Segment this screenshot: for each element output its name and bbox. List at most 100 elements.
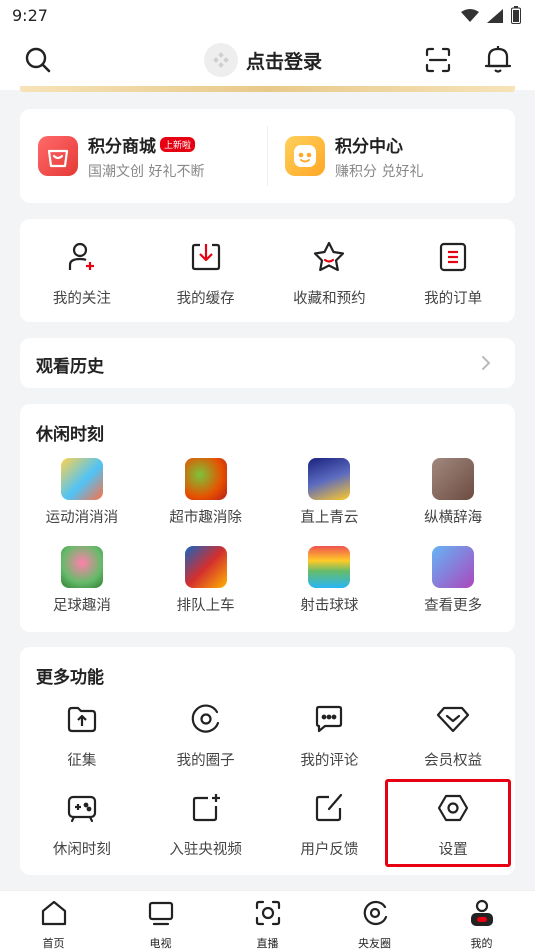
tab-label: 我的	[470, 937, 493, 950]
watch-history-row[interactable]: 观看历史	[20, 338, 515, 388]
feature-label: 我的评论	[300, 753, 359, 769]
circle-tab-icon	[361, 899, 389, 931]
shopping-bag-icon	[38, 136, 78, 176]
leisure-games-card: 休闲时刻 运动消消消 超市趣消除 直上青云 纵横辞海 足球趣消 排队上车 射击球…	[20, 404, 515, 632]
download-icon	[190, 241, 222, 277]
quick-action-label: 我的缓存	[176, 291, 235, 307]
live-icon	[254, 899, 282, 931]
feature-label: 休闲时刻	[52, 842, 111, 858]
points-card: 积分商城 上新啦 国潮文创 好礼不断 积分中心 赚积分 兑好礼	[20, 109, 515, 203]
new-badge: 上新啦	[160, 136, 196, 152]
feature-leisure[interactable]: 休闲时刻	[20, 792, 144, 859]
diamond-icon	[436, 703, 470, 739]
watch-history-title: 观看历史	[36, 357, 104, 377]
comment-icon	[313, 703, 345, 739]
tab-live[interactable]: 直播	[214, 891, 321, 951]
game-label: 足球趣消	[52, 598, 111, 614]
signal-icon	[487, 8, 503, 27]
tab-tv[interactable]: 电视	[107, 891, 214, 951]
quick-action-favorites[interactable]: 收藏和预约	[268, 241, 392, 308]
bell-icon[interactable]	[484, 44, 512, 78]
feature-label: 入驻央视频	[169, 842, 242, 858]
follow-user-icon	[66, 241, 98, 277]
game-thumbnail	[432, 546, 475, 588]
status-bar: 9:27	[0, 0, 535, 34]
quick-actions-card: 我的关注 我的缓存 收藏和预约 我的订单	[20, 219, 515, 322]
gamepad-icon	[66, 792, 98, 828]
feature-label: 我的圈子	[176, 753, 235, 769]
points-center[interactable]: 积分中心 赚积分 兑好礼	[267, 109, 514, 203]
points-mall-title: 积分商城	[88, 136, 156, 157]
tab-label: 直播	[256, 937, 279, 950]
points-mall[interactable]: 积分商城 上新啦 国潮文创 好礼不断	[20, 109, 267, 203]
feature-collect[interactable]: 征集	[20, 703, 144, 770]
quick-action-cache[interactable]: 我的缓存	[144, 241, 268, 308]
wifi-icon	[461, 8, 479, 27]
tab-label: 央友圈	[358, 937, 391, 950]
gold-divider	[20, 86, 515, 92]
add-square-icon	[190, 792, 222, 828]
feature-label: 用户反馈	[300, 842, 359, 858]
login-label: 点击登录	[246, 50, 323, 73]
status-time: 9:27	[12, 6, 48, 25]
game-item[interactable]: 运动消消消	[20, 458, 144, 527]
points-center-title: 积分中心	[335, 136, 403, 157]
tab-label: 电视	[149, 937, 172, 950]
game-item[interactable]: 查看更多	[391, 546, 515, 615]
game-label: 查看更多	[424, 598, 483, 614]
points-center-subtitle: 赚积分 兑好礼	[335, 163, 424, 180]
game-label: 排队上车	[176, 598, 235, 614]
feature-my-circle[interactable]: 我的圈子	[144, 703, 268, 770]
game-label: 运动消消消	[45, 510, 119, 526]
section-title: 更多功能	[36, 668, 104, 688]
game-thumbnail	[60, 546, 103, 588]
tv-icon	[147, 899, 175, 931]
game-item[interactable]: 超市趣消除	[144, 458, 268, 527]
upload-folder-icon	[66, 703, 98, 739]
search-icon[interactable]	[24, 46, 52, 78]
quick-action-orders[interactable]: 我的订单	[391, 241, 515, 308]
feature-feedback[interactable]: 用户反馈	[268, 792, 392, 859]
game-thumbnail	[184, 546, 227, 588]
circle-icon	[190, 703, 222, 739]
game-item[interactable]: 足球趣消	[20, 546, 144, 615]
home-icon	[40, 899, 68, 931]
tab-mine[interactable]: 我的	[428, 891, 535, 951]
tab-label: 首页	[42, 937, 65, 950]
star-icon	[312, 241, 346, 277]
chevron-right-icon	[481, 355, 491, 375]
quick-action-label: 我的订单	[424, 291, 483, 307]
feature-join[interactable]: 入驻央视频	[144, 792, 268, 859]
game-label: 直上青云	[300, 510, 359, 526]
tab-home[interactable]: 首页	[0, 891, 107, 951]
game-label: 射击球球	[300, 598, 359, 614]
game-label: 超市趣消除	[169, 510, 242, 526]
battery-icon	[511, 6, 521, 28]
order-icon	[437, 241, 469, 277]
feature-my-comments[interactable]: 我的评论	[268, 703, 392, 770]
game-thumbnail	[184, 458, 227, 500]
settings-highlight-box	[385, 779, 511, 867]
top-header: 点击登录	[0, 34, 535, 90]
game-thumbnail	[308, 546, 351, 588]
feedback-icon	[313, 792, 345, 828]
profile-icon	[468, 899, 496, 931]
game-item[interactable]: 排队上车	[144, 546, 268, 615]
coin-face-icon	[285, 136, 325, 176]
game-item[interactable]: 直上青云	[268, 458, 392, 527]
feature-label: 会员权益	[424, 753, 483, 769]
scan-icon[interactable]	[424, 46, 452, 78]
avatar	[204, 43, 238, 77]
section-title: 休闲时刻	[36, 425, 104, 445]
tab-circle[interactable]: 央友圈	[321, 891, 428, 951]
game-item[interactable]: 纵横辞海	[391, 458, 515, 527]
game-item[interactable]: 射击球球	[268, 546, 392, 615]
game-thumbnail	[432, 458, 475, 500]
game-thumbnail	[308, 458, 351, 500]
feature-label: 征集	[67, 753, 97, 769]
quick-action-follow[interactable]: 我的关注	[20, 241, 144, 308]
login-button[interactable]: 点击登录	[204, 43, 322, 77]
bottom-tab-bar: 首页 电视 直播 央友圈 我的	[0, 890, 535, 951]
feature-membership[interactable]: 会员权益	[391, 703, 515, 770]
points-mall-subtitle: 国潮文创 好礼不断	[88, 163, 205, 180]
